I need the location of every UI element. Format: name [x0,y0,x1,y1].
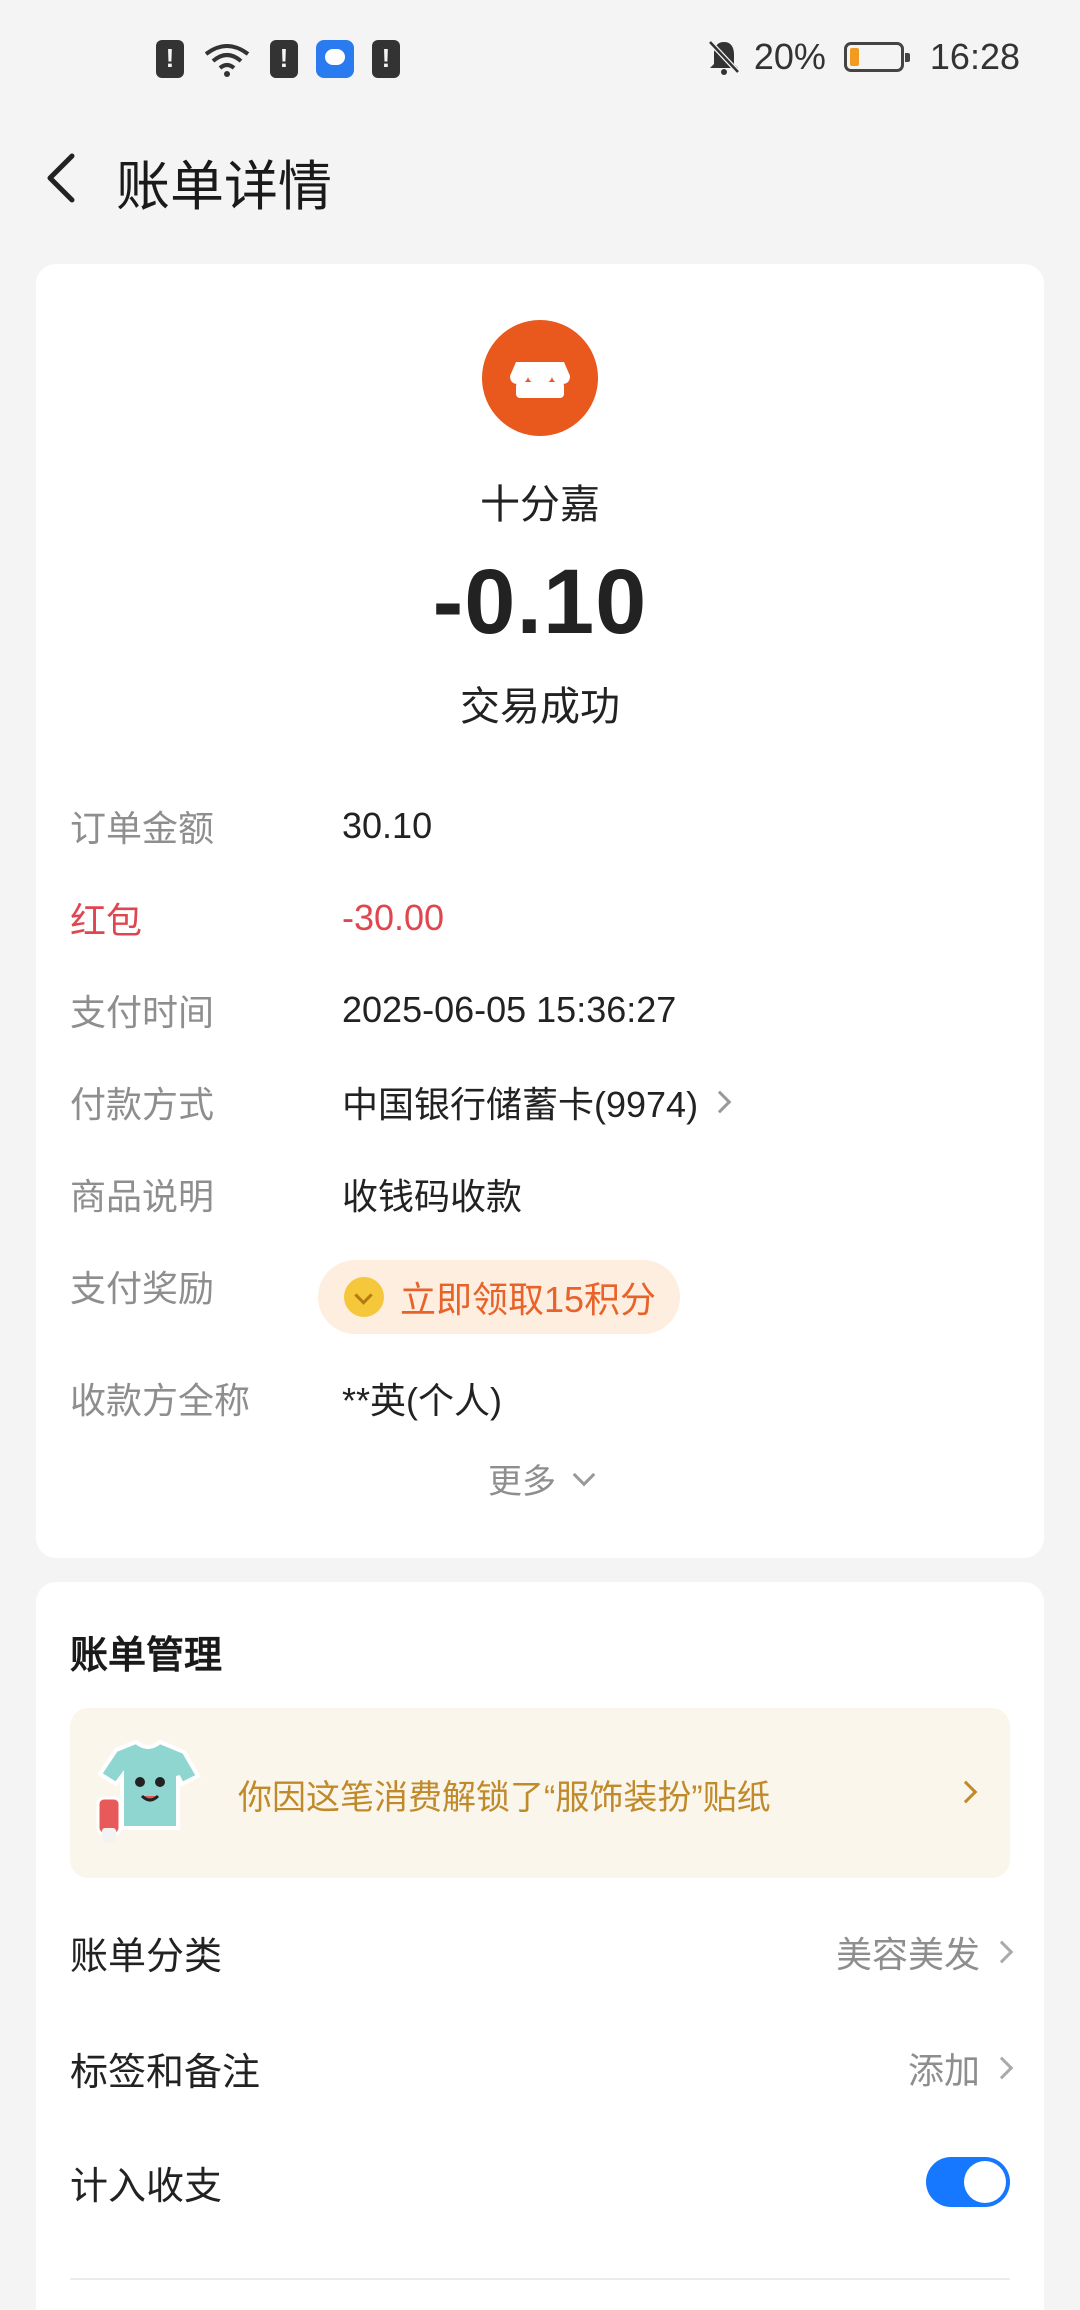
bill-category-row[interactable]: 账单分类 美容美发 [70,1922,1014,1982]
banner-text: 你因这笔消费解锁了“服饰装扮”贴纸 [238,1779,771,1817]
detail-label: 红包 [70,900,143,941]
detail-value: 30.10 [342,805,433,846]
detail-row-order-amount: 订单金额 30.10 [70,796,1010,856]
bell-off-icon [706,38,742,76]
transaction-card: 十分嘉 -0.10 交易成功 订单金额 30.10 红包 -30.00 支付时间… [36,264,1044,1558]
detail-label: 付款方式 [70,1084,215,1125]
add-tag-label: 添加 [907,2050,980,2091]
chevron-down-icon [572,1463,596,1486]
battery-percent: 20% [753,36,826,77]
store-icon [482,320,598,436]
chevron-right-icon [708,1090,732,1114]
chevron-left-icon [47,153,75,203]
detail-row-payment-time: 支付时间 2025-06-05 15:36:27 [70,980,1010,1040]
sticker-banner[interactable]: 你因这笔消费解锁了“服饰装扮”贴纸 [70,1708,1010,1878]
status-bar: 20% 16:28 [0,0,1080,126]
clock: 16:28 [929,36,1020,77]
chevron-right-icon [990,2056,1014,2080]
bill-category-value: 美容美发 [835,1934,980,1975]
detail-value: -30.00 [342,897,445,938]
detail-value: 收钱码收款 [342,1176,523,1217]
transaction-amount: -0.10 [432,551,648,653]
detail-row-payee: 收款方全称 **英(个人) [70,1368,1010,1428]
detail-label: 支付奖励 [70,1268,215,1309]
detail-value: 2025-06-05 15:36:27 [342,989,677,1030]
detail-row-payment-method[interactable]: 付款方式 中国银行储蓄卡(9974) [70,1072,1010,1132]
detail-label: 订单金额 [70,808,215,849]
section-title: 账单管理 [70,1635,223,1677]
alert-icon [270,40,298,78]
include-in-stats-row: 计入收支 [70,2152,1010,2212]
detail-row-red-packet: 红包 -30.00 [70,888,1010,948]
app-header: 账单详情 [0,126,1080,226]
bill-management-card: 账单管理 你因这笔消费解锁了“服饰装扮”贴纸 账单分类 美容美发 标签和备注 添… [36,1582,1044,2310]
row-label: 账单分类 [70,1935,223,1978]
divider [70,2278,1010,2280]
detail-label: 支付时间 [70,992,215,1033]
status-bar-notifications [156,40,400,78]
detail-value: **英(个人) [342,1380,502,1421]
tags-notes-row[interactable]: 标签和备注 添加 [70,2038,1014,2098]
tshirt-sticker-icon [88,1736,208,1848]
payment-method-value: 中国银行储蓄卡(9974) [342,1084,699,1125]
detail-row-description: 商品说明 收钱码收款 [70,1164,1010,1224]
merchant-name: 十分嘉 [480,483,600,527]
detail-label: 商品说明 [70,1176,215,1217]
transaction-status: 交易成功 [460,685,620,729]
battery-icon [843,42,910,72]
detail-label: 收款方全称 [70,1380,251,1421]
row-label: 计入收支 [70,2165,223,2208]
page-title: 账单详情 [116,157,332,217]
more-label: 更多 [488,1463,556,1501]
claim-points-label: 立即领取15积分 [400,1279,657,1320]
more-button[interactable]: 更多 [36,1454,1044,1503]
claim-points-button[interactable]: 立即领取15积分 [318,1260,681,1334]
qq-icon [316,40,354,78]
chevron-right-icon [954,1780,978,1804]
coin-icon [344,1277,384,1317]
row-label: 标签和备注 [70,2051,261,2094]
alert-icon [372,40,400,78]
include-in-stats-toggle[interactable] [926,2157,1010,2207]
chevron-right-icon [990,1940,1014,1964]
alert-icon [156,40,184,78]
wifi-icon [202,40,252,78]
back-button[interactable] [36,146,96,206]
